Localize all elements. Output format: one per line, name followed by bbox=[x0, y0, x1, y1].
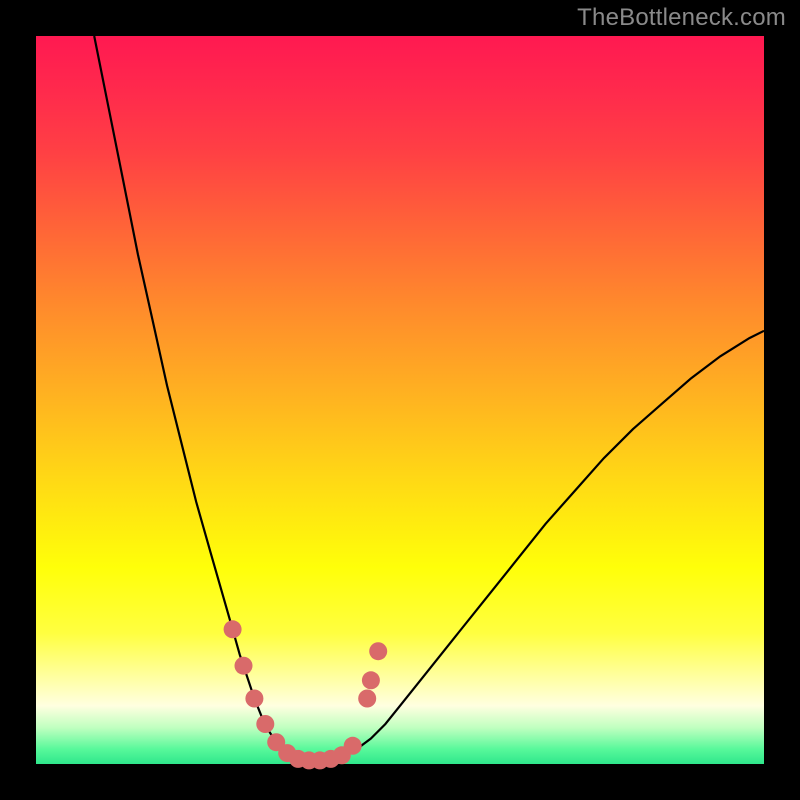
curve-marker bbox=[358, 690, 376, 708]
curve-marker bbox=[256, 715, 274, 733]
chart-svg bbox=[36, 36, 764, 764]
curve-marker bbox=[235, 657, 253, 675]
curve-marker bbox=[369, 642, 387, 660]
chart-frame: TheBottleneck.com bbox=[0, 0, 800, 800]
curve-marker bbox=[362, 671, 380, 689]
curve-marker bbox=[245, 690, 263, 708]
curve-marker bbox=[344, 737, 362, 755]
watermark-text: TheBottleneck.com bbox=[577, 4, 786, 32]
curve-marker bbox=[224, 620, 242, 638]
bottleneck-curve bbox=[94, 36, 764, 760]
marker-group bbox=[224, 620, 388, 769]
